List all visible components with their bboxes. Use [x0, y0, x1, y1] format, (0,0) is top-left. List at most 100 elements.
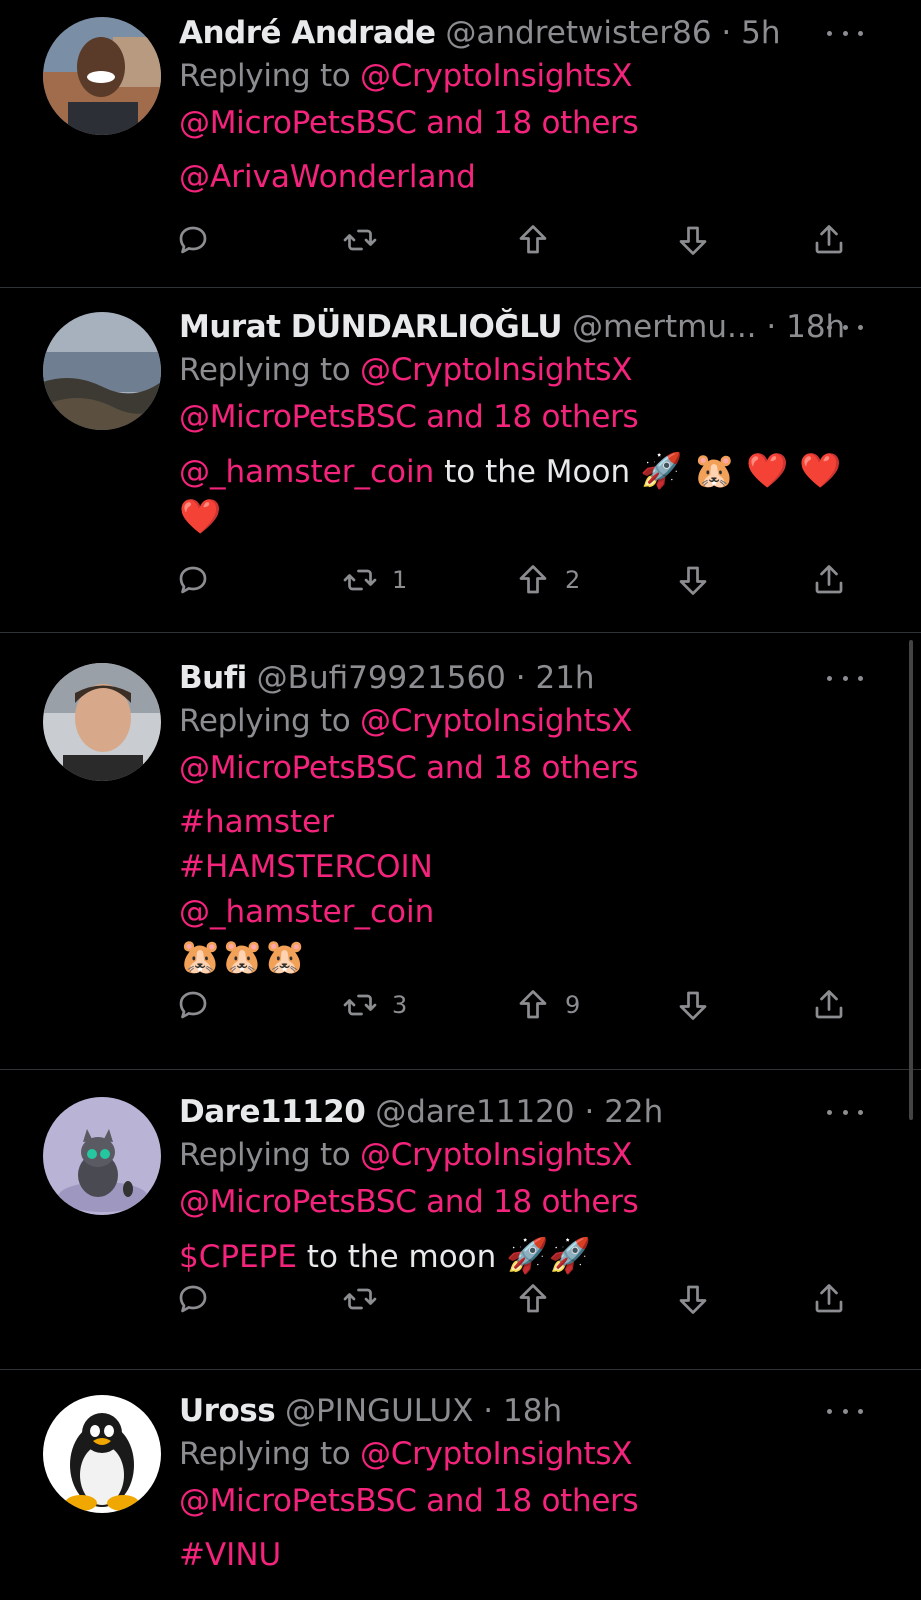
replying-to: Replying to @CryptoInsightsX [179, 1137, 633, 1173]
reply-button[interactable] [175, 1277, 211, 1321]
display-name[interactable]: Uross [179, 1393, 276, 1429]
reply-button[interactable] [175, 218, 211, 262]
upvote-count: 2 [565, 566, 581, 594]
reply-icon [179, 566, 207, 594]
retweet-count: 1 [392, 566, 408, 594]
reply-icon [179, 226, 207, 254]
reply-to-others-link[interactable]: @MicroPetsBSC and 18 others [179, 1184, 639, 1220]
avatar[interactable] [43, 312, 161, 430]
downvote-icon [679, 226, 707, 255]
upvote-button[interactable] [515, 218, 565, 262]
share-button[interactable] [811, 218, 847, 262]
downvote-button[interactable] [675, 558, 711, 602]
share-button[interactable] [811, 1277, 847, 1321]
retweet-button[interactable] [342, 218, 392, 262]
share-icon [815, 990, 843, 1019]
downvote-icon [679, 566, 707, 595]
tweet[interactable]: Dare11120 @dare11120 · 22h Replying to @… [0, 1070, 921, 1370]
upvote-button[interactable] [515, 1277, 565, 1321]
tweet-header: André Andrade @andretwister86 · 5h [179, 15, 781, 51]
display-name[interactable]: André Andrade [179, 15, 436, 51]
retweet-button[interactable]: 3 [342, 983, 407, 1027]
retweet-count: 3 [392, 991, 408, 1019]
mention-link[interactable]: @CryptoInsightsX [360, 1436, 632, 1472]
tweet-actions: 3 9 [179, 983, 859, 1027]
timestamp[interactable]: 22h [604, 1094, 663, 1130]
hashtag-link[interactable]: #HAMSTERCOIN [179, 849, 433, 885]
avatar[interactable] [43, 17, 161, 135]
replying-to: Replying to @CryptoInsightsX [179, 1436, 633, 1472]
hashtag-link[interactable]: #hamster [179, 804, 334, 840]
avatar[interactable] [43, 1395, 161, 1513]
tweet-body: #hamster #HAMSTERCOIN @_hamster_coin 🐹🐹🐹 [179, 800, 881, 981]
tweet-header: Murat DÜNDARLIOĞLU @mertmu... · 18h [179, 309, 846, 345]
tweet[interactable]: Bufi @Bufi79921560 · 21h Replying to @Cr… [0, 633, 921, 1070]
retweet-icon [343, 1288, 377, 1310]
retweet-icon [343, 569, 377, 591]
tweet-emoji: ❤️ [179, 497, 222, 537]
replying-to: Replying to @CryptoInsightsX [179, 58, 633, 94]
mention-link[interactable]: @ArivaWonderland [179, 159, 476, 195]
retweet-button[interactable]: 1 [342, 558, 407, 602]
downvote-button[interactable] [675, 1277, 711, 1321]
reply-button[interactable] [175, 558, 211, 602]
tweet-emoji: 🐹🐹🐹 [179, 937, 307, 977]
user-handle[interactable]: @Bufi79921560 [257, 660, 506, 696]
cashtag-link[interactable]: $CPEPE [179, 1239, 297, 1275]
mention-link[interactable]: @CryptoInsightsX [360, 1137, 632, 1173]
tweet-actions: 1 2 [179, 558, 859, 602]
more-icon[interactable] [827, 307, 863, 347]
tweet[interactable]: Murat DÜNDARLIOĞLU @mertmu... · 18h Repl… [0, 288, 921, 633]
reply-to-others-link[interactable]: @MicroPetsBSC and 18 others [179, 750, 639, 786]
tweet-header: Dare11120 @dare11120 · 22h [179, 1094, 664, 1130]
upvote-count: 9 [565, 991, 581, 1019]
mention-link[interactable]: @_hamster_coin [179, 454, 434, 490]
downvote-button[interactable] [675, 218, 711, 262]
tweet-body: @ArivaWonderland [179, 155, 881, 200]
avatar[interactable] [43, 663, 161, 781]
mention-link[interactable]: @_hamster_coin [179, 894, 434, 930]
tweet-body: @_hamster_coin to the Moon 🚀 🐹 ❤️ ❤️ ❤️ [179, 449, 881, 541]
share-button[interactable] [811, 983, 847, 1027]
user-handle[interactable]: @mertmu... [572, 309, 757, 345]
timestamp[interactable]: 21h [535, 660, 594, 696]
user-handle[interactable]: @dare11120 [375, 1094, 574, 1130]
share-button[interactable] [811, 558, 847, 602]
upvote-button[interactable]: 9 [515, 983, 580, 1027]
display-name[interactable]: Bufi [179, 660, 247, 696]
mention-link[interactable]: @CryptoInsightsX [360, 352, 632, 388]
tweet-text: to the moon [296, 1239, 507, 1275]
tweet[interactable]: Uross @PINGULUX · 18h Replying to @Crypt… [0, 1370, 921, 1600]
avatar[interactable] [43, 1097, 161, 1215]
reply-feed: André Andrade @andretwister86 · 5h Reply… [0, 0, 921, 1600]
user-handle[interactable]: @andretwister86 [445, 15, 711, 51]
more-icon[interactable] [827, 1391, 863, 1431]
more-icon[interactable] [827, 1092, 863, 1132]
more-icon[interactable] [827, 13, 863, 53]
user-handle[interactable]: @PINGULUX [285, 1393, 473, 1429]
reply-to-others-link[interactable]: @MicroPetsBSC and 18 others [179, 1483, 639, 1519]
reply-to-others-link[interactable]: @MicroPetsBSC and 18 others [179, 105, 639, 141]
reply-icon [179, 1285, 207, 1313]
scrollbar[interactable] [909, 640, 913, 1120]
downvote-button[interactable] [675, 983, 711, 1027]
reply-to-others-link[interactable]: @MicroPetsBSC and 18 others [179, 399, 639, 435]
timestamp[interactable]: 18h [503, 1393, 562, 1429]
share-icon [815, 1284, 843, 1313]
retweet-button[interactable] [342, 1277, 392, 1321]
more-icon[interactable] [827, 658, 863, 698]
display-name[interactable]: Dare11120 [179, 1094, 366, 1130]
downvote-icon [679, 1285, 707, 1314]
display-name[interactable]: Murat DÜNDARLIOĞLU [179, 309, 563, 345]
upvote-icon [519, 1284, 547, 1313]
tweet-header: Uross @PINGULUX · 18h [179, 1393, 563, 1429]
upvote-button[interactable]: 2 [515, 558, 580, 602]
mention-link[interactable]: @CryptoInsightsX [360, 58, 632, 94]
timestamp[interactable]: 5h [741, 15, 780, 51]
upvote-icon [519, 565, 547, 594]
tweet-body: #VINU [179, 1533, 881, 1578]
hashtag-link[interactable]: #VINU [179, 1537, 281, 1573]
reply-button[interactable] [175, 983, 211, 1027]
mention-link[interactable]: @CryptoInsightsX [360, 703, 632, 739]
tweet[interactable]: André Andrade @andretwister86 · 5h Reply… [0, 0, 921, 288]
